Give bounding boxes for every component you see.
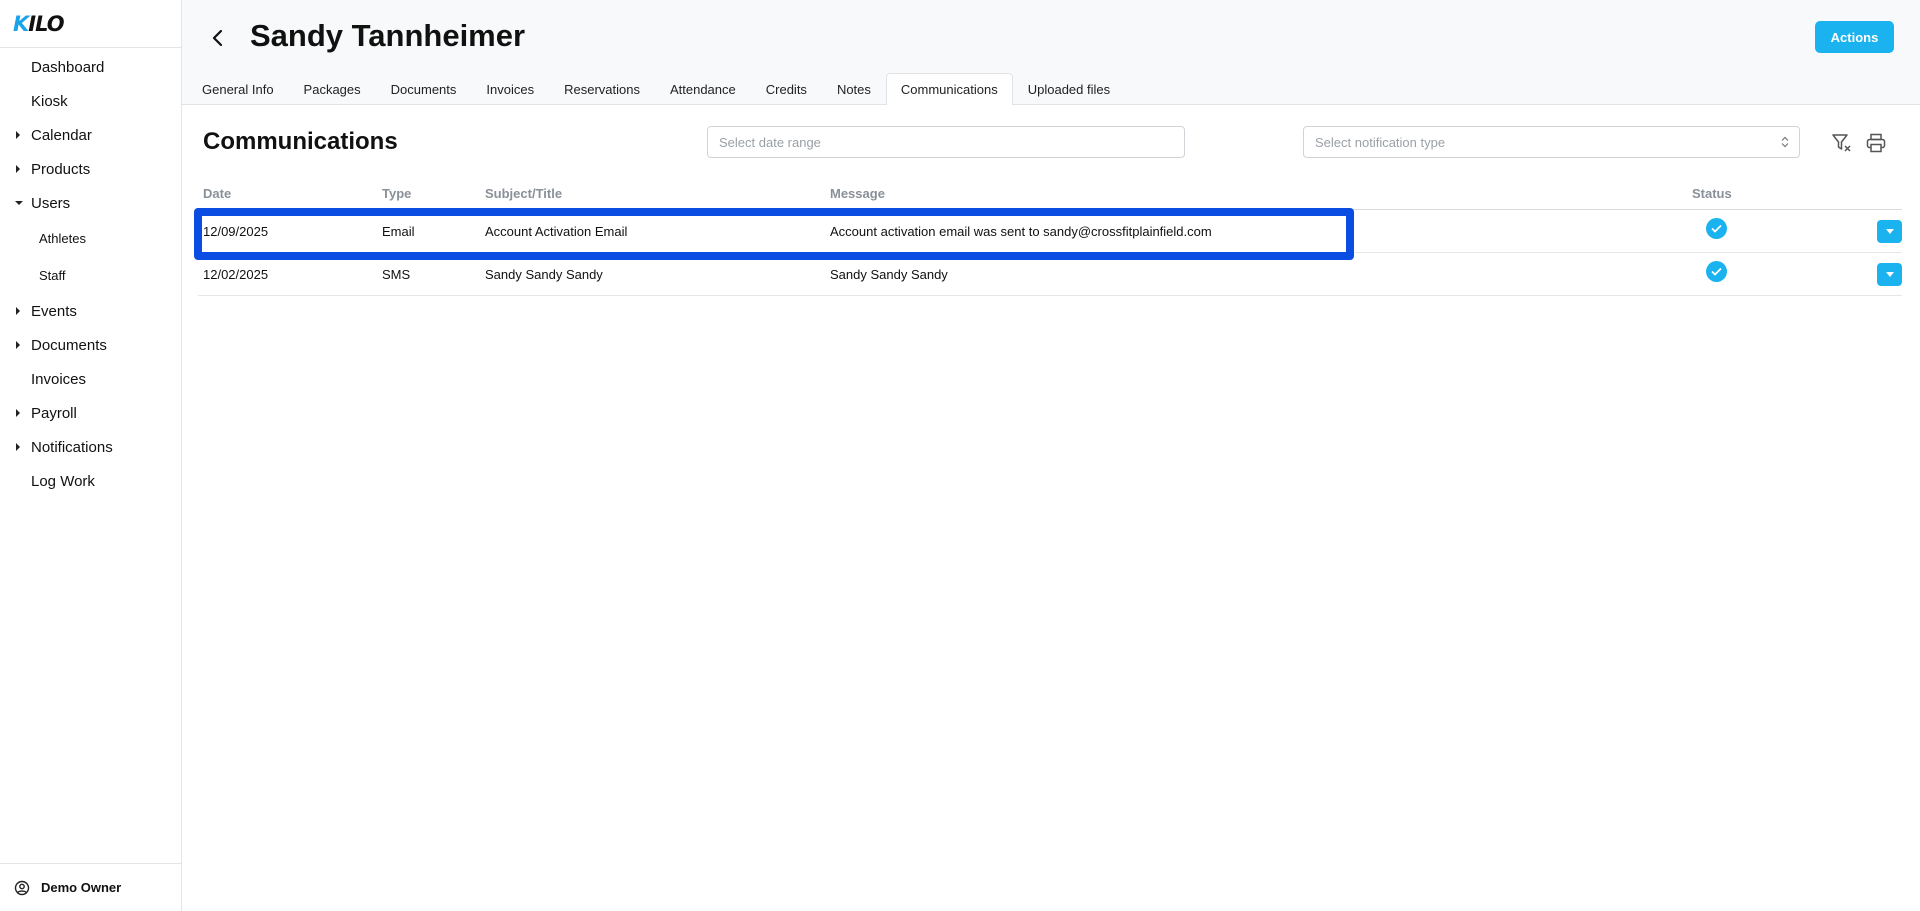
caret-right-icon — [16, 341, 20, 349]
kilo-logo[interactable]: KILO — [0, 0, 181, 48]
page-header: Sandy Tannheimer Actions General Info Pa… — [182, 0, 1920, 105]
cell-message: Account activation email was sent to san… — [830, 224, 1212, 239]
profile-tabs: General Info Packages Documents Invoices… — [187, 73, 1125, 105]
user-menu[interactable]: Demo Owner — [0, 863, 181, 911]
sidebar-item-payroll[interactable]: Payroll — [0, 396, 181, 430]
table-row[interactable]: 12/02/2025 SMS Sandy Sandy Sandy Sandy S… — [198, 253, 1902, 296]
clear-filter-icon[interactable] — [1830, 131, 1854, 155]
cell-message: Sandy Sandy Sandy — [830, 267, 948, 282]
cell-subject: Account Activation Email — [485, 224, 628, 239]
caret-right-icon — [16, 307, 20, 315]
row-dropdown-button[interactable] — [1877, 220, 1902, 243]
main-content: Sandy Tannheimer Actions General Info Pa… — [182, 0, 1920, 911]
sidebar-item-notifications[interactable]: Notifications — [0, 430, 181, 464]
select-arrows-icon — [1781, 136, 1789, 148]
sidebar: KILO Dashboard Kiosk Calendar Products U… — [0, 0, 182, 911]
sidebar-item-staff[interactable]: Staff — [0, 257, 181, 294]
sidebar-item-products[interactable]: Products — [0, 152, 181, 186]
caret-down-icon — [1885, 272, 1894, 277]
cell-date: 12/02/2025 — [203, 267, 269, 282]
caret-right-icon — [16, 409, 20, 417]
table-header: Date Type Subject/Title Message Status — [198, 180, 1902, 210]
section-title: Communications — [203, 128, 398, 155]
communications-table: Date Type Subject/Title Message Status 1… — [198, 180, 1902, 296]
sidebar-item-label: Events — [31, 302, 77, 320]
sidebar-item-label: Athletes — [39, 231, 86, 246]
caret-right-icon — [16, 165, 20, 173]
sidebar-item-label: Invoices — [31, 370, 87, 388]
sidebar-item-athletes[interactable]: Athletes — [0, 220, 181, 257]
user-name: Demo Owner — [41, 880, 122, 895]
notification-type-placeholder: Select notification type — [1315, 134, 1446, 150]
sidebar-item-kiosk[interactable]: Kiosk — [0, 84, 181, 118]
caret-right-icon — [16, 131, 20, 139]
tab-invoices[interactable]: Invoices — [471, 73, 549, 105]
cell-type: Email — [382, 224, 415, 239]
tab-reservations[interactable]: Reservations — [549, 73, 655, 105]
cell-date: 12/09/2025 — [203, 224, 269, 239]
row-dropdown-button[interactable] — [1877, 263, 1902, 286]
sidebar-item-label: Documents — [31, 336, 107, 354]
check-circle-icon — [1706, 261, 1727, 282]
tab-communications[interactable]: Communications — [885, 73, 1013, 105]
sidebar-item-label: Notifications — [31, 438, 113, 456]
tab-notes[interactable]: Notes — [822, 73, 886, 105]
notification-type-select[interactable]: Select notification type — [1303, 126, 1800, 158]
cell-subject: Sandy Sandy Sandy — [485, 267, 603, 282]
sidebar-item-label: Payroll — [31, 404, 77, 422]
tab-general-info[interactable]: General Info — [187, 73, 289, 105]
sidebar-nav: Dashboard Kiosk Calendar Products Users … — [0, 48, 181, 498]
sidebar-item-label: Dashboard — [31, 58, 105, 76]
chevron-left-icon — [212, 29, 223, 47]
sidebar-item-label: Log Work — [31, 472, 95, 490]
sidebar-item-calendar[interactable]: Calendar — [0, 118, 181, 152]
cell-type: SMS — [382, 267, 411, 282]
col-type[interactable]: Type — [382, 186, 411, 201]
user-circle-icon — [14, 880, 30, 895]
sidebar-item-invoices[interactable]: Invoices — [0, 362, 181, 396]
tab-uploaded-files[interactable]: Uploaded files — [1013, 73, 1125, 105]
tab-credits[interactable]: Credits — [751, 73, 822, 105]
sidebar-item-log-work[interactable]: Log Work — [0, 464, 181, 498]
sidebar-item-events[interactable]: Events — [0, 294, 181, 328]
caret-down-icon — [15, 201, 23, 205]
sidebar-item-documents[interactable]: Documents — [0, 328, 181, 362]
date-range-input[interactable]: Select date range — [707, 126, 1185, 158]
actions-button[interactable]: Actions — [1815, 21, 1894, 53]
sidebar-item-label: Products — [31, 160, 91, 178]
print-icon[interactable] — [1864, 131, 1888, 155]
tab-attendance[interactable]: Attendance — [655, 73, 751, 105]
col-date[interactable]: Date — [203, 186, 231, 201]
caret-down-icon — [1885, 229, 1894, 234]
sidebar-item-dashboard[interactable]: Dashboard — [0, 50, 181, 84]
tab-packages[interactable]: Packages — [289, 73, 376, 105]
sidebar-item-label: Calendar — [31, 126, 92, 144]
sidebar-item-users[interactable]: Users — [0, 186, 181, 220]
sidebar-item-label: Users — [31, 194, 71, 212]
caret-right-icon — [16, 443, 20, 451]
sidebar-item-label: Kiosk — [31, 92, 68, 110]
date-range-placeholder: Select date range — [719, 134, 821, 150]
back-button[interactable] — [206, 26, 230, 50]
tab-documents[interactable]: Documents — [376, 73, 472, 105]
page-title: Sandy Tannheimer — [250, 18, 526, 53]
table-row[interactable]: 12/09/2025 Email Account Activation Emai… — [198, 210, 1902, 253]
col-status[interactable]: Status — [1692, 186, 1732, 201]
check-circle-icon — [1706, 218, 1727, 239]
col-message[interactable]: Message — [830, 186, 885, 201]
sidebar-item-label: Staff — [39, 268, 66, 283]
col-subject[interactable]: Subject/Title — [485, 186, 562, 201]
